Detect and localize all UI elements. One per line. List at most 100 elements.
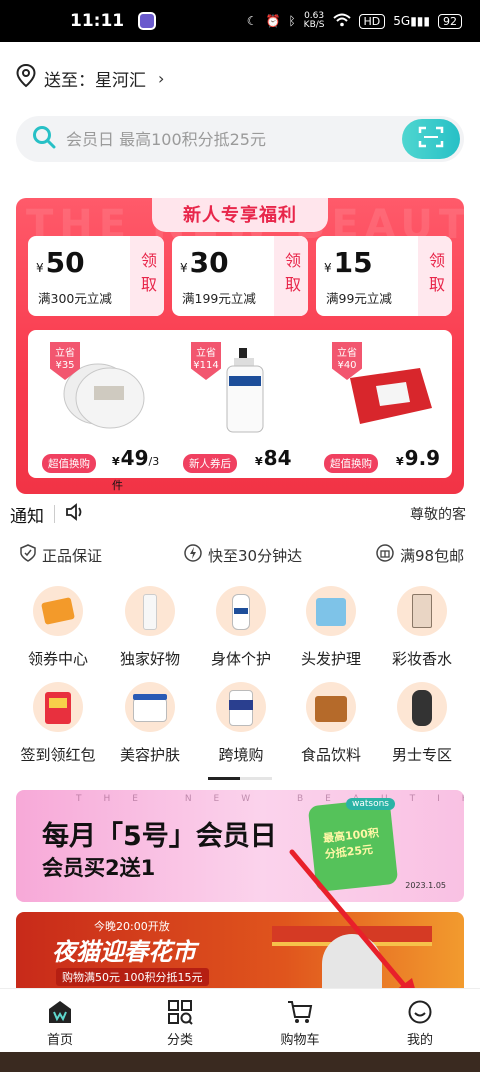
- category-label: 身体个护: [210, 650, 271, 668]
- search-input[interactable]: [64, 128, 384, 150]
- price-currency: ¥: [112, 455, 120, 468]
- category-label: 领券中心: [27, 650, 88, 668]
- category-makeup[interactable]: 彩妆香水: [376, 586, 468, 669]
- category-icon: [167, 999, 193, 1025]
- product-price: ¥49/3件: [112, 446, 169, 494]
- coupon-condition: 满199元立减: [182, 291, 256, 306]
- category-men[interactable]: 男士专区: [376, 682, 468, 765]
- signal-icon: 5G▮▮▮: [393, 14, 430, 28]
- coupon-center-icon: [33, 586, 83, 636]
- body-wash-icon: [216, 586, 266, 636]
- chevron-right-icon: ›: [158, 69, 165, 88]
- notice-divider: [54, 505, 55, 523]
- shaver-icon: [397, 682, 447, 732]
- cart-icon: [287, 999, 313, 1025]
- coupon-amount: ¥15: [324, 246, 373, 279]
- banner-title: 新人专享福利: [183, 205, 297, 226]
- category-hair-care[interactable]: 头发护理: [285, 586, 377, 669]
- guarantee-fast-delivery: 快至30分钟达: [184, 544, 302, 566]
- notice-bar[interactable]: 通知 尊敬的客: [0, 498, 480, 530]
- category-label: 食品饮料: [300, 746, 361, 764]
- claim-coupon-button[interactable]: 领取: [418, 236, 452, 316]
- delivery-address[interactable]: 送至：星河汇 ›: [16, 63, 165, 93]
- hair-mask-icon: [306, 586, 356, 636]
- pager-active: [208, 777, 240, 780]
- speaker-icon: [65, 503, 85, 525]
- coupon-currency: ¥: [36, 261, 44, 275]
- category-skincare[interactable]: 美容护肤: [104, 682, 196, 765]
- moon-icon: ☾: [246, 14, 258, 28]
- tab-profile[interactable]: 我的: [380, 999, 460, 1048]
- category-checkin[interactable]: 签到领红包: [12, 682, 104, 765]
- promo-headline: 夜猫迎春花市: [52, 938, 196, 966]
- price-badge: 新人券后: [183, 454, 237, 473]
- bluetooth-icon: ᛒ: [288, 14, 296, 28]
- category-label: 独家好物: [119, 650, 180, 668]
- lightning-icon: [184, 544, 202, 566]
- category-label: 签到领红包: [20, 746, 96, 764]
- status-bar: 11:11 ☾ ⏰ ᛒ 0.63 KB/S HD 5G▮▮▮ 92: [0, 0, 480, 42]
- price-value: 84: [263, 446, 292, 470]
- price-currency: ¥: [396, 455, 404, 468]
- wifi-icon: [332, 13, 351, 30]
- signal-type: 5G: [393, 14, 411, 28]
- coupon-card[interactable]: ¥50 满300元立减 领取: [28, 236, 164, 316]
- coupon-card[interactable]: ¥30 满199元立减 领取: [172, 236, 308, 316]
- speed-unit: KB/S: [303, 20, 325, 30]
- night-market-banner[interactable]: 今晚20:00开放 夜猫迎春花市 购物满50元 100积分抵15元: [16, 912, 464, 988]
- scan-icon: [418, 126, 444, 152]
- scan-button[interactable]: [402, 119, 460, 159]
- product-card[interactable]: 立省 ¥40 超值换购 ¥9.9: [310, 330, 451, 478]
- category-cross-border[interactable]: 跨境购: [195, 682, 287, 765]
- new-user-banner[interactable]: THE NEW BEAUTIFUL 新人专享福利 ¥50 满300元立减 领取 …: [16, 198, 464, 494]
- profile-icon: [407, 999, 433, 1025]
- address-label: 送至：星河汇: [44, 71, 146, 91]
- watsons-logo: watsons: [346, 798, 395, 810]
- red-packet-icon: [33, 682, 83, 732]
- category-label: 头发护理: [300, 650, 361, 668]
- search-bar[interactable]: [16, 116, 464, 162]
- tab-category[interactable]: 分类: [140, 999, 220, 1048]
- promo-offer: 购物满50元 100积分抵15元: [56, 968, 209, 986]
- home-icon: [47, 999, 73, 1025]
- tab-label: 购物车: [280, 1033, 320, 1048]
- promo-headline: 每月「5号」会员日: [42, 821, 277, 852]
- price-badge: 超值换购: [324, 454, 378, 473]
- notice-label: 通知: [10, 506, 44, 527]
- app-notification-icon: [138, 12, 157, 30]
- tab-home[interactable]: 首页: [20, 999, 100, 1048]
- promo-subline: 会员买2送1: [42, 856, 156, 880]
- system-nav-bar: [0, 1052, 480, 1072]
- promo-cube: 最高100积分抵25元: [307, 797, 399, 893]
- price-currency: ¥: [255, 455, 263, 468]
- category-coupon-center[interactable]: 领券中心: [12, 586, 104, 669]
- category-food[interactable]: 食品饮料: [285, 682, 377, 765]
- foundation-icon: [397, 586, 447, 636]
- tag-value: ¥40: [337, 360, 357, 371]
- status-time: 11:11: [70, 11, 125, 31]
- product-price: ¥9.9: [396, 446, 440, 470]
- product-card[interactable]: 立省 ¥35 超值换购 ¥49/3件: [28, 330, 169, 492]
- product-price: ¥84: [255, 446, 292, 470]
- coupon-card[interactable]: ¥15 满99元立减 领取: [316, 236, 452, 316]
- category-exclusive[interactable]: 独家好物: [104, 586, 196, 669]
- coupon-value: 15: [333, 246, 373, 279]
- claim-coupon-button[interactable]: 领取: [274, 236, 308, 316]
- price-badge: 超值换购: [42, 454, 96, 473]
- shield-check-icon: [20, 544, 36, 566]
- bottom-tab-bar: 首页 分类 购物车 我的: [0, 988, 480, 1052]
- member-day-banner[interactable]: THE NEW BEAUTIFUL 每月「5号」会员日 会员买2送1 最高100…: [16, 790, 464, 902]
- product-card[interactable]: 立省 ¥114 新人券后 ¥84: [169, 330, 310, 478]
- category-pager: [208, 777, 272, 780]
- hd-icon: HD: [358, 13, 386, 29]
- tag-top: 立省: [55, 348, 75, 359]
- notice-text: 尊敬的客: [410, 507, 466, 523]
- banner-title-tab: 新人专享福利: [152, 198, 328, 232]
- category-body-care[interactable]: 身体个护: [195, 586, 287, 669]
- claim-coupon-button[interactable]: 领取: [130, 236, 164, 316]
- coupon-value: 50: [45, 246, 85, 279]
- coupon-currency: ¥: [324, 261, 332, 275]
- cat-mascot-icon: [322, 934, 382, 988]
- tab-cart[interactable]: 购物车: [260, 999, 340, 1048]
- coupon-condition: 满300元立减: [38, 291, 112, 306]
